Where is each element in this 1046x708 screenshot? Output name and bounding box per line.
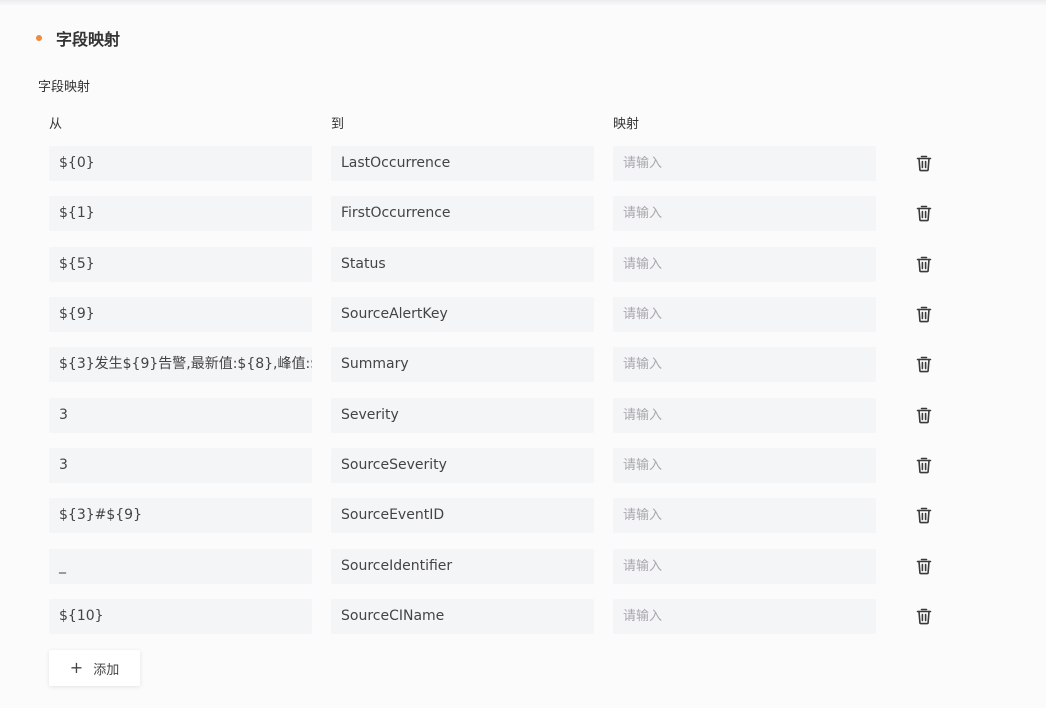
field-label: 字段映射: [38, 80, 91, 95]
map-input[interactable]: 请输入: [613, 297, 876, 332]
trash-icon[interactable]: [914, 354, 934, 374]
column-header-map: 映射: [613, 117, 640, 132]
section-dot-icon: [36, 35, 42, 41]
table-row: ${0} LastOccurrence 请输入: [0, 146, 1046, 181]
plus-icon: +: [69, 658, 84, 677]
trash-icon[interactable]: [914, 153, 934, 173]
from-input[interactable]: 3: [49, 448, 312, 483]
table-row: ${10} SourceCIName 请输入: [0, 599, 1046, 634]
from-input[interactable]: ${1}: [49, 196, 312, 231]
map-input[interactable]: 请输入: [613, 347, 876, 382]
from-input[interactable]: ${3}#${9}: [49, 498, 312, 533]
map-input[interactable]: 请输入: [613, 498, 876, 533]
from-input[interactable]: ${0}: [49, 146, 312, 181]
from-input[interactable]: ${10}: [49, 599, 312, 634]
map-input[interactable]: 请输入: [613, 549, 876, 584]
map-input[interactable]: 请输入: [613, 196, 876, 231]
trash-icon[interactable]: [914, 505, 934, 525]
map-input[interactable]: 请输入: [613, 599, 876, 634]
table-row: ${3}发生${9}告警,最新值:${8},峰值:${7 Summary 请输入: [0, 347, 1046, 382]
section-header: 字段映射: [36, 26, 120, 50]
add-button-label: 添加: [93, 662, 120, 678]
to-input[interactable]: Severity: [331, 398, 594, 433]
trash-icon[interactable]: [914, 203, 934, 223]
from-input[interactable]: _: [49, 549, 312, 584]
trash-icon[interactable]: [914, 606, 934, 626]
map-input[interactable]: 请输入: [613, 448, 876, 483]
section-title: 字段映射: [56, 30, 121, 49]
trash-icon[interactable]: [914, 304, 934, 324]
column-header-to: 到: [331, 117, 345, 132]
map-input[interactable]: 请输入: [613, 247, 876, 282]
top-shadow: [0, 0, 1046, 6]
to-input[interactable]: Status: [331, 247, 594, 282]
trash-icon[interactable]: [914, 405, 934, 425]
to-input[interactable]: SourceEventID: [331, 498, 594, 533]
from-input[interactable]: 3: [49, 398, 312, 433]
table-row: 3 SourceSeverity 请输入: [0, 448, 1046, 483]
map-input[interactable]: 请输入: [613, 146, 876, 181]
to-input[interactable]: SourceSeverity: [331, 448, 594, 483]
add-button[interactable]: + 添加: [49, 650, 140, 686]
to-input[interactable]: SourceAlertKey: [331, 297, 594, 332]
trash-icon[interactable]: [914, 254, 934, 274]
to-input[interactable]: SourceCIName: [331, 599, 594, 634]
trash-icon[interactable]: [914, 556, 934, 576]
table-row: ${3}#${9} SourceEventID 请输入: [0, 498, 1046, 533]
from-input[interactable]: ${9}: [49, 297, 312, 332]
from-input[interactable]: ${5}: [49, 247, 312, 282]
column-header-from: 从: [49, 117, 63, 132]
table-row: ${9} SourceAlertKey 请输入: [0, 297, 1046, 332]
trash-icon[interactable]: [914, 455, 934, 475]
to-input[interactable]: FirstOccurrence: [331, 196, 594, 231]
map-input[interactable]: 请输入: [613, 398, 876, 433]
to-input[interactable]: SourceIdentifier: [331, 549, 594, 584]
to-input[interactable]: Summary: [331, 347, 594, 382]
from-input[interactable]: ${3}发生${9}告警,最新值:${8},峰值:${7: [49, 347, 312, 382]
table-row: ${5} Status 请输入: [0, 247, 1046, 282]
table-row: ${1} FirstOccurrence 请输入: [0, 196, 1046, 231]
table-row: _ SourceIdentifier 请输入: [0, 549, 1046, 584]
table-row: 3 Severity 请输入: [0, 398, 1046, 433]
to-input[interactable]: LastOccurrence: [331, 146, 594, 181]
